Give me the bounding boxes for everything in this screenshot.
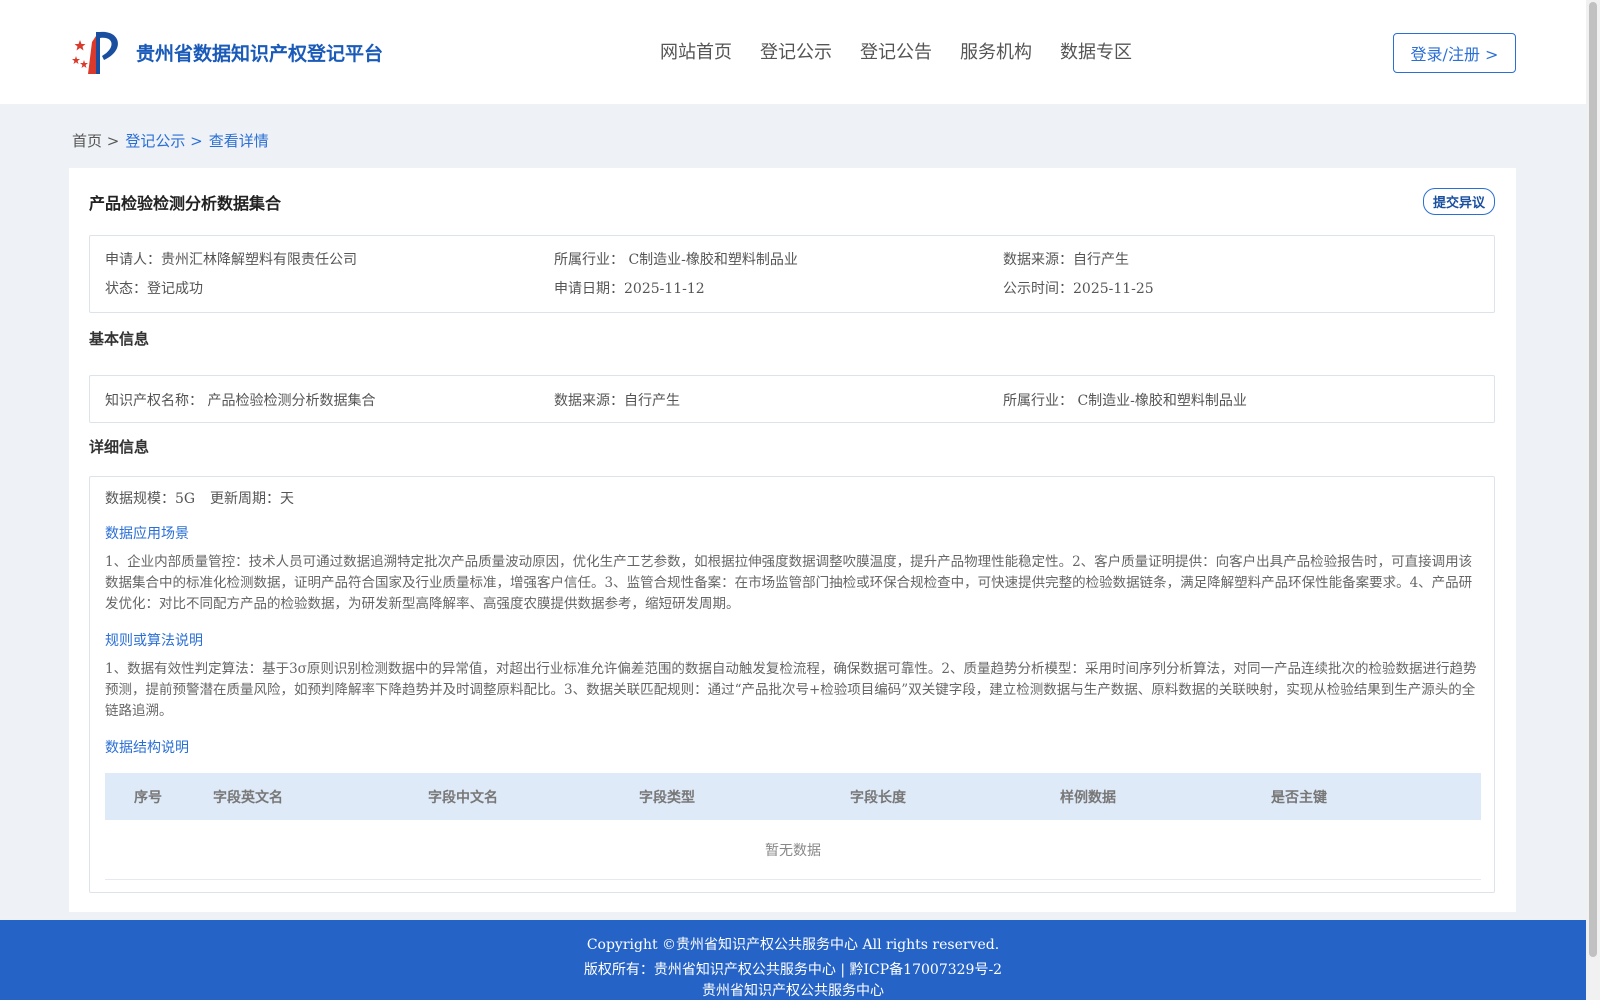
footer-copyright: Copyright ©贵州省知识产权公共服务中心 All rights rese… [586, 937, 1000, 953]
col-field-length: 字段长度 [850, 790, 906, 806]
col-primary-key: 是否主键 [1271, 790, 1327, 806]
rule-heading: 规则或算法说明 [105, 633, 203, 649]
data-source-field: 数据来源：自行产生 [1003, 252, 1129, 268]
basic-info-heading: 基本信息 [89, 330, 150, 348]
breadcrumb-publicity[interactable]: 登记公示 > [125, 130, 202, 151]
update-cycle-field: 更新周期：天 [210, 491, 294, 507]
footer-owner: 版权所有：贵州省知识产权公共服务中心 | 黔ICP备17007329号-2 [583, 962, 1003, 978]
vertical-scrollbar[interactable] [1586, 0, 1600, 1000]
table-empty-state: 暂无数据 [105, 820, 1481, 880]
nav-data-zone[interactable]: 数据专区 [1060, 38, 1132, 64]
breadcrumb-current: 查看详情 [208, 132, 269, 150]
breadcrumb-home[interactable]: 首页 > [72, 130, 119, 151]
site-footer: Copyright ©贵州省知识产权公共服务中心 All rights rese… [0, 920, 1586, 1000]
rule-text: 1、数据有效性判定算法：基于3σ原则识别检测数据中的异常值，对超出行业标准允许偏… [105, 661, 1477, 719]
col-english-name: 字段英文名 [213, 790, 283, 806]
col-field-type: 字段类型 [639, 790, 695, 806]
site-header: 贵州省数据知识产权登记平台 网站首页 登记公示 登记公告 服务机构 数据专区 登… [0, 0, 1586, 104]
page-title: 产品检验检测分析数据集合 [89, 194, 282, 213]
scenario-text: 1、企业内部质量管控：技术人员可通过数据追溯特定批次产品质量波动原因，优化生产工… [105, 554, 1473, 612]
basic-info-box: 知识产权名称： 产品检验检测分析数据集合 数据来源：自行产生 所属行业： C制造… [89, 375, 1495, 423]
main-nav: 网站首页 登记公示 登记公告 服务机构 数据专区 [660, 38, 1132, 64]
scrollbar-thumb[interactable] [1589, 2, 1597, 957]
site-title: 贵州省数据知识产权登记平台 [136, 42, 384, 65]
publish-time-field: 公示时间：2025-11-25 [1003, 281, 1154, 297]
nav-home[interactable]: 网站首页 [660, 38, 732, 64]
col-index: 序号 [134, 790, 162, 806]
scenario-heading: 数据应用场景 [105, 526, 189, 542]
apply-date-field: 申请日期：2025-11-12 [554, 281, 705, 297]
detail-card: 产品检验检测分析数据集合 提交异议 申请人：贵州汇林降解塑料有限责任公司 所属行… [69, 168, 1516, 912]
logo-emblem-icon [70, 26, 128, 78]
nav-service-agencies[interactable]: 服务机构 [960, 38, 1032, 64]
submit-objection-button[interactable]: 提交异议 [1422, 188, 1495, 215]
ip-name-field: 知识产权名称： 产品检验检测分析数据集合 [105, 393, 376, 409]
nav-registration-announcement[interactable]: 登记公告 [860, 38, 932, 64]
status-field: 状态：登记成功 [105, 281, 203, 297]
structure-heading: 数据结构说明 [105, 740, 189, 756]
basic-industry-field: 所属行业： C制造业-橡胶和塑料制品业 [1003, 393, 1247, 409]
footer-org: 贵州省知识产权公共服务中心 [702, 983, 884, 999]
detail-info-box: 数据规模：5G 更新周期：天 数据应用场景 1、企业内部质量管控：技术人员可通过… [89, 476, 1495, 893]
structure-table-header: 序号 字段英文名 字段中文名 字段类型 字段长度 样例数据 是否主键 [105, 773, 1481, 820]
login-register-button[interactable]: 登录/注册 > [1393, 33, 1516, 73]
data-scale-field: 数据规模：5G [105, 491, 196, 507]
breadcrumb: 首页 > 登记公示 > 查看详情 [72, 130, 269, 151]
detail-info-heading: 详细信息 [89, 438, 150, 456]
summary-box: 申请人：贵州汇林降解塑料有限责任公司 所属行业： C制造业-橡胶和塑料制品业 数… [89, 235, 1495, 313]
col-sample-data: 样例数据 [1060, 790, 1116, 806]
industry-field: 所属行业： C制造业-橡胶和塑料制品业 [554, 252, 798, 268]
nav-registration-publicity[interactable]: 登记公示 [760, 38, 832, 64]
site-logo[interactable]: 贵州省数据知识产权登记平台 [70, 26, 383, 78]
applicant-field: 申请人：贵州汇林降解塑料有限责任公司 [105, 252, 357, 268]
col-chinese-name: 字段中文名 [428, 790, 498, 806]
basic-data-source-field: 数据来源：自行产生 [554, 393, 680, 409]
